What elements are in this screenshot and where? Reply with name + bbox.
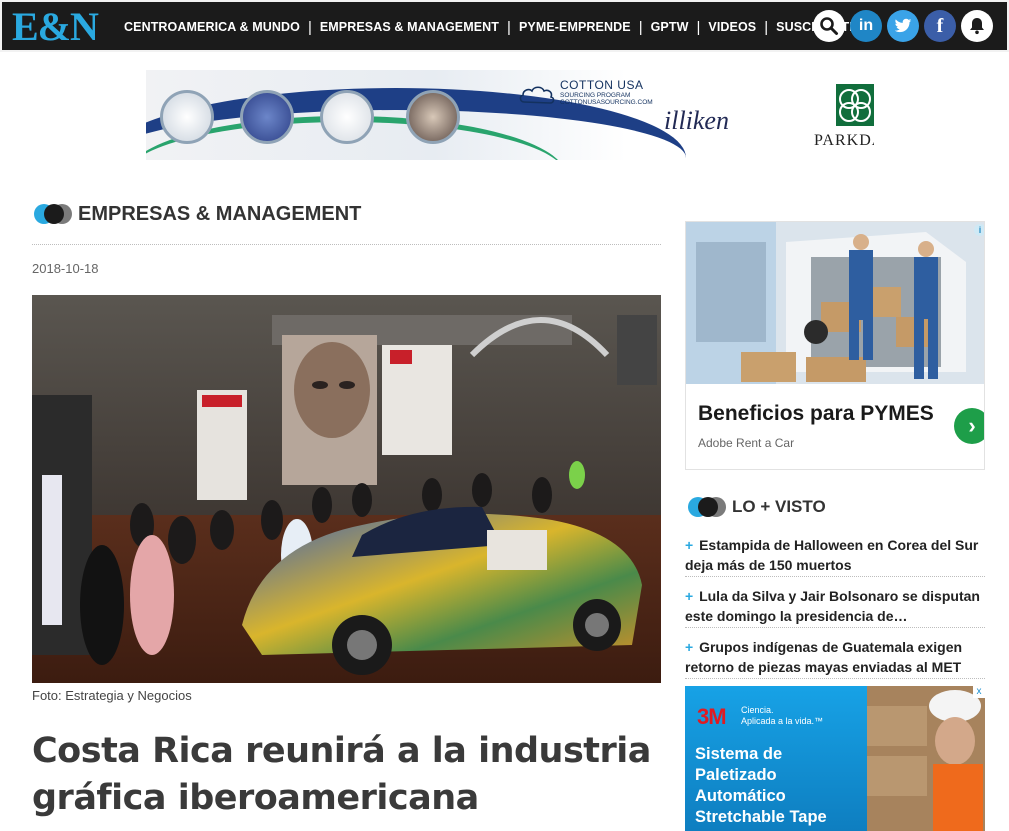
- cotton-usa-logo: COTTON USA SOURCING PROGRAM COTTONUSASOUR…: [518, 76, 653, 110]
- plus-icon: +: [685, 588, 694, 604]
- 3m-logo: 3M: [697, 704, 727, 729]
- banner-ad[interactable]: COTTON USA SOURCING PROGRAM COTTONUSASOUR…: [146, 70, 874, 160]
- divider: [32, 244, 661, 245]
- list-item[interactable]: + Grupos indígenas de Guatemala exigen r…: [685, 636, 985, 679]
- fabric-swatch-3: [320, 90, 374, 144]
- fabric-swatch-4: [406, 90, 460, 144]
- list-item[interactable]: + Estampida de Halloween en Corea del Su…: [685, 534, 985, 577]
- plus-icon: +: [685, 639, 694, 655]
- nav-separator: |: [507, 18, 511, 36]
- 3m-tagline: Ciencia. Aplicada a la vida.™: [741, 705, 823, 727]
- sidebar-ad-pymes[interactable]: i Beneficios para PYMES Adobe Rent a Car…: [685, 221, 985, 470]
- nav-item-centroamerica-mundo[interactable]: CENTROAMERICA & MUNDO: [124, 20, 300, 34]
- nav-separator: |: [307, 18, 312, 36]
- most-viewed-title: LO + VISTO: [732, 497, 826, 516]
- section-header: EMPRESAS & MANAGEMENT: [34, 202, 361, 226]
- fabric-swatch-2: [240, 90, 294, 144]
- nav-item-empresas-management[interactable]: EMPRESAS & MANAGEMENT: [320, 20, 499, 34]
- sidebar-ad-3m[interactable]: x 3M Ciencia. Aplicada a la vida.™ Sistem…: [685, 686, 985, 831]
- chevron-right-icon[interactable]: ›: [954, 408, 984, 444]
- milliken-logo: illiken: [664, 106, 729, 135]
- ad-title[interactable]: Beneficios para PYMES: [698, 402, 934, 426]
- parkdale-logo-mark: [836, 84, 874, 126]
- ad-info-icon[interactable]: i: [974, 224, 984, 236]
- nav-separator: |: [696, 18, 701, 36]
- linkedin-icon[interactable]: in: [850, 10, 882, 42]
- close-icon[interactable]: x: [973, 686, 985, 698]
- 3m-tagline-line1: Ciencia.: [741, 705, 774, 715]
- fabric-swatch-1: [160, 90, 214, 144]
- cotton-sub-line1: SOURCING PROGRAM: [560, 92, 631, 99]
- article-photo: [32, 295, 661, 683]
- article-date: 2018-10-18: [32, 261, 99, 276]
- ad-sponsor: Adobe Rent a Car: [698, 436, 795, 450]
- ad-3m-text[interactable]: Sistema de Paletizado Automático Stretch…: [695, 744, 865, 828]
- nav-separator: |: [764, 18, 769, 36]
- header-icons: in f: [813, 10, 993, 42]
- ad-3m-photo: [867, 686, 985, 831]
- search-icon[interactable]: [813, 10, 845, 42]
- list-item-text[interactable]: Grupos indígenas de Guatemala exigen ret…: [685, 639, 962, 675]
- facebook-icon[interactable]: f: [924, 10, 956, 42]
- list-item-text[interactable]: Estampida de Halloween en Corea del Sur …: [685, 537, 978, 573]
- cotton-usa-title: COTTON USA: [560, 78, 644, 92]
- main-nav: CENTROAMERICA & MUNDO | EMPRESAS & MANAG…: [124, 2, 878, 52]
- section-dots-icon: [688, 495, 726, 519]
- ad-delivery-image: [686, 222, 984, 384]
- list-item-text[interactable]: Lula da Silva y Jair Bolsonaro se disput…: [685, 588, 980, 624]
- section-title[interactable]: EMPRESAS & MANAGEMENT: [78, 203, 361, 226]
- section-dots-icon: [34, 202, 72, 226]
- 3m-tagline-line2: Aplicada a la vida.™: [741, 716, 824, 726]
- bell-icon[interactable]: [961, 10, 993, 42]
- twitter-icon[interactable]: [887, 10, 919, 42]
- cotton-sub-line2: COTTONUSASOURCING.COM: [560, 99, 653, 106]
- cotton-ball-icon: [519, 86, 555, 104]
- site-logo[interactable]: E&N: [12, 6, 99, 48]
- nav-item-gptw[interactable]: GPTW: [651, 20, 689, 34]
- article-headline: Costa Rica reunirá a la industria gráfic…: [32, 731, 651, 818]
- most-viewed-list: + Estampida de Halloween en Corea del Su…: [685, 534, 985, 687]
- nav-separator: |: [638, 18, 643, 36]
- nav-item-videos[interactable]: VIDEOS: [708, 20, 756, 34]
- top-navigation-bar: E&N CENTROAMERICA & MUNDO | EMPRESAS & M…: [0, 0, 1009, 52]
- cotton-usa-sub: SOURCING PROGRAM COTTONUSASOURCING.COM: [560, 92, 653, 106]
- most-viewed-header: LO + VISTO: [688, 495, 826, 519]
- plus-icon: +: [685, 537, 694, 553]
- parkdale-logo-text: PARKDA: [814, 132, 874, 149]
- nav-item-pyme-emprende[interactable]: PYME-EMPRENDE: [519, 20, 631, 34]
- list-item[interactable]: + Lula da Silva y Jair Bolsonaro se disp…: [685, 585, 985, 628]
- photo-caption: Foto: Estrategia y Negocios: [32, 688, 192, 703]
